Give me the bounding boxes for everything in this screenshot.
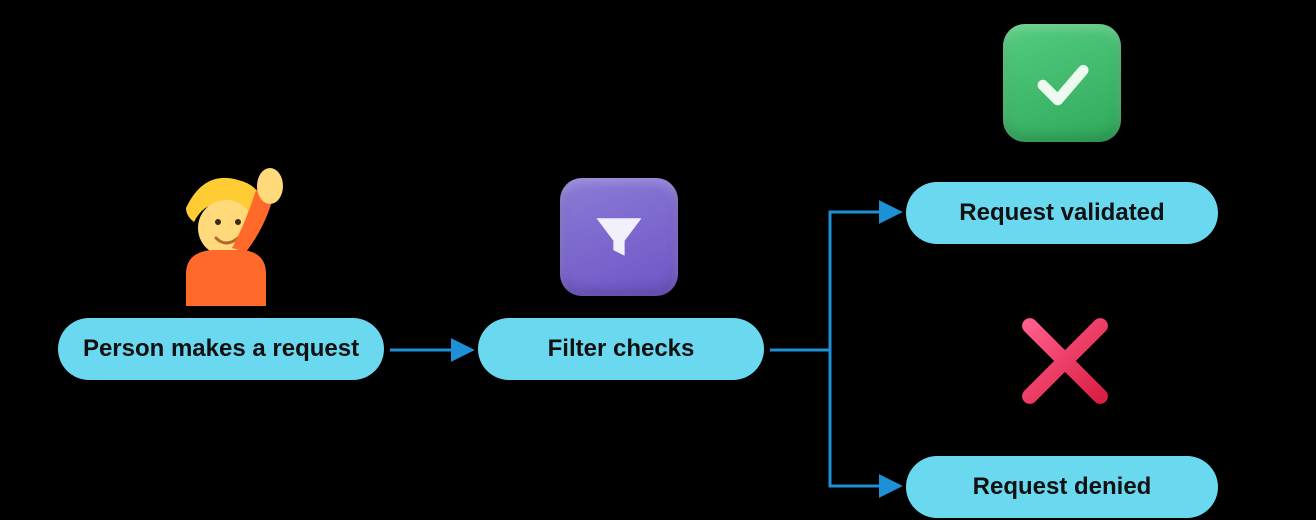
cross-icon	[1010, 306, 1120, 416]
step-validated-label: Request validated	[959, 199, 1164, 227]
check-icon	[1003, 24, 1121, 142]
arrow-request-to-filter	[386, 330, 482, 370]
step-filter: Filter checks	[478, 318, 764, 380]
step-denied-label: Request denied	[973, 473, 1152, 501]
step-request: Person makes a request	[58, 318, 384, 380]
step-request-label: Person makes a request	[83, 335, 359, 363]
arrow-filter-to-validated	[766, 180, 916, 356]
step-filter-label: Filter checks	[548, 335, 695, 363]
arrow-filter-to-denied	[766, 344, 916, 500]
step-denied: Request denied	[906, 456, 1218, 518]
person-raising-hand-icon	[146, 156, 296, 306]
step-validated: Request validated	[906, 182, 1218, 244]
filter-icon	[560, 178, 678, 296]
